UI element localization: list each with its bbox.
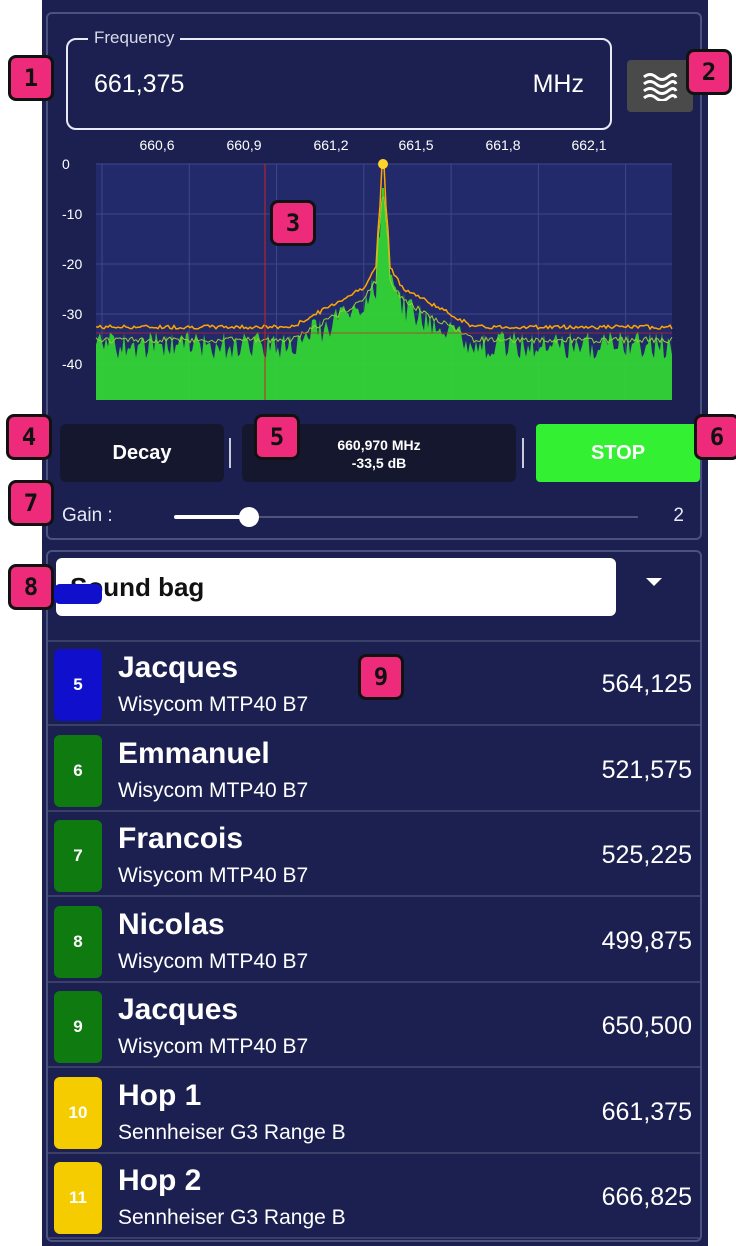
row-model: Wisycom MTP40 B7: [118, 560, 309, 583]
row-name: Hop 1: [118, 1078, 202, 1112]
callout-badge-7: 7: [8, 480, 54, 526]
app-window: Frequency 661,375 MHz 660,6 660,9 661,2 661…: [42, 0, 708, 1246]
row-model: Wisycom MTP40 B7: [118, 778, 309, 802]
gain-label: Gain :: [62, 505, 113, 526]
x-tick-label: 661,2: [313, 137, 348, 153]
row-name: Emmanuel: [118, 736, 270, 770]
gain-slider-thumb[interactable]: [239, 507, 259, 527]
row-name: Jacques: [118, 651, 239, 684]
y-tick-label: -10: [62, 206, 82, 222]
x-tick-label: 660,6: [139, 137, 174, 153]
callout-badge-4: 4: [6, 414, 52, 460]
frequency-field[interactable]: Frequency 661,375 MHz: [66, 28, 612, 130]
stop-button[interactable]: STOP: [536, 424, 700, 482]
list-item[interactable]: 11 Hop 2 Sennheiser G3 Range B 666,825: [48, 1155, 700, 1239]
frequency-unit: MHz: [532, 70, 584, 98]
row-frequency: 666,825: [601, 1183, 692, 1211]
callout-badge-8: 8: [8, 564, 54, 610]
channel-number-chip: 5: [54, 649, 102, 721]
waves-button[interactable]: [627, 60, 693, 112]
y-tick-label: -40: [62, 356, 82, 372]
gain-value: 2: [673, 505, 684, 526]
row-name: Hop 2: [118, 1164, 202, 1197]
row-model: Wisycom MTP40 B7: [118, 949, 309, 973]
row-frequency: 499,875: [601, 926, 692, 955]
row-model: Wisycom MTP40 B7: [118, 864, 309, 887]
row-name: Nicolas: [118, 907, 225, 941]
y-tick-label: 0: [62, 156, 70, 172]
callout-badge-2: 2: [686, 49, 732, 95]
row-frequency: 650,500: [601, 1012, 692, 1040]
list-item-partial[interactable]: Wisycom MTP40 B7: [48, 556, 700, 642]
x-tick-label: 661,5: [398, 137, 433, 153]
channel-chip: [54, 584, 102, 604]
x-tick-label: 660,9: [226, 137, 261, 153]
tuned-frequency-marker[interactable]: [378, 159, 388, 169]
y-tick-label: -30: [62, 306, 82, 322]
callout-badge-3: 3: [270, 200, 316, 246]
list-item[interactable]: 7 Francois Wisycom MTP40 B7 525,225: [48, 813, 700, 897]
channel-number-chip: 6: [54, 734, 102, 807]
y-tick-label: -20: [62, 256, 82, 272]
row-model: Wisycom MTP40 B7: [118, 693, 309, 716]
decay-button[interactable]: Decay: [60, 424, 224, 482]
spectrum-panel: Frequency 661,375 MHz 660,6 660,9 661,2 661…: [46, 12, 702, 540]
row-name: Francois: [118, 822, 244, 855]
channel-number-chip: 10: [54, 1076, 102, 1149]
x-tick-label: 662,1: [571, 137, 606, 153]
x-tick-label: 661,8: [485, 137, 520, 153]
row-frequency: 564,125: [601, 670, 692, 698]
row-frequency: 525,225: [601, 841, 692, 869]
row-frequency: 521,575: [601, 755, 692, 784]
gain-slider-fill: [174, 515, 248, 519]
channel-number-chip: 8: [54, 905, 102, 978]
callout-badge-5: 5: [254, 414, 300, 460]
list-item[interactable]: 6 Emmanuel Wisycom MTP40 B7 521,575: [48, 728, 700, 812]
separator: [522, 438, 524, 468]
row-name: Jacques: [118, 993, 239, 1026]
spectrum-display[interactable]: 660,6 660,9 661,2 661,5 661,8 662,1 0 -10 -20 -3…: [48, 128, 704, 408]
callout-badge-9: 9: [358, 654, 404, 700]
row-model: Sennheiser G3 Range B: [118, 1120, 346, 1144]
list-item[interactable]: 9 Jacques Wisycom MTP40 B7 650,500: [48, 984, 700, 1068]
list-item[interactable]: 10 Hop 1 Sennheiser G3 Range B 661,375: [48, 1070, 700, 1154]
separator: [229, 438, 231, 468]
row-frequency: 661,375: [601, 1097, 692, 1126]
channel-number-chip: 9: [54, 991, 102, 1063]
callout-badge-1: 1: [8, 55, 54, 101]
row-model: Wisycom MTP40 B7: [118, 1035, 309, 1058]
callout-badge-6: 6: [694, 414, 736, 460]
row-model: Sennheiser G3 Range B: [118, 1206, 346, 1229]
waves-icon: [643, 73, 678, 101]
frequency-legend: Frequency: [88, 28, 181, 48]
channel-number-chip: 7: [54, 820, 102, 892]
channel-number-chip: 11: [54, 1162, 102, 1234]
frequency-value[interactable]: 661,375: [94, 70, 184, 99]
list-item[interactable]: 8 Nicolas Wisycom MTP40 B7 499,875: [48, 899, 700, 983]
